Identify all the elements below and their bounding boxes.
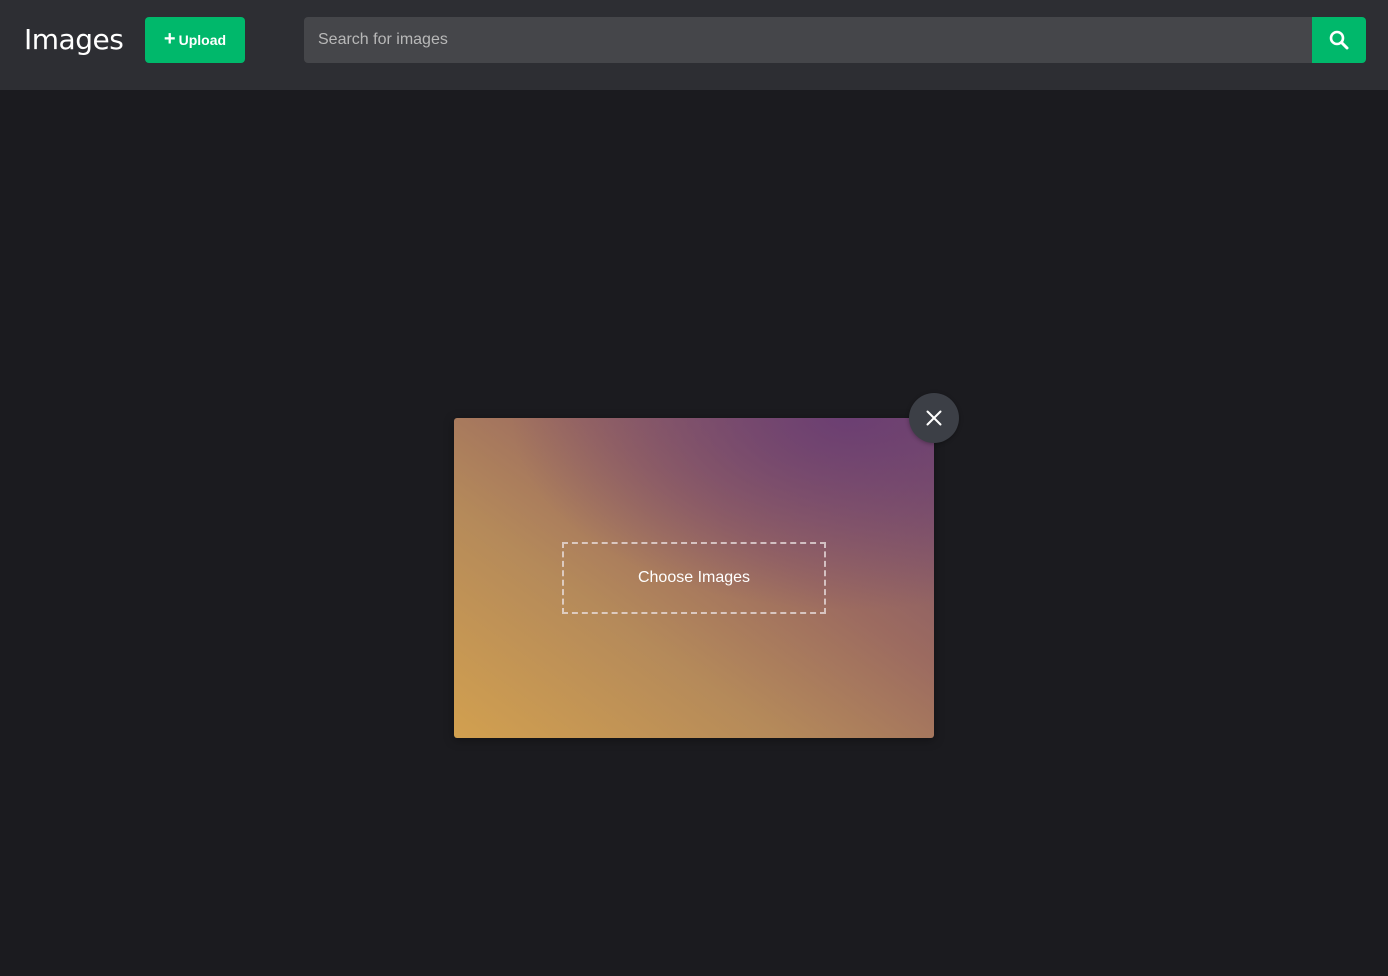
search-button[interactable] [1312,17,1366,63]
choose-images-dropzone[interactable]: Choose Images [562,542,826,614]
search-bar [304,17,1366,63]
plus-icon: + [163,28,176,50]
app-title: Images [24,23,124,56]
upload-modal: Choose Images [454,418,934,738]
search-input[interactable] [304,17,1312,63]
close-modal-button[interactable] [909,393,959,443]
search-icon [1329,30,1349,50]
top-bar: Images + Upload [0,0,1388,90]
close-icon [926,410,942,426]
dropzone-label: Choose Images [637,569,751,586]
upload-button[interactable]: + Upload [145,17,245,63]
upload-button-label: Upload [178,32,227,48]
